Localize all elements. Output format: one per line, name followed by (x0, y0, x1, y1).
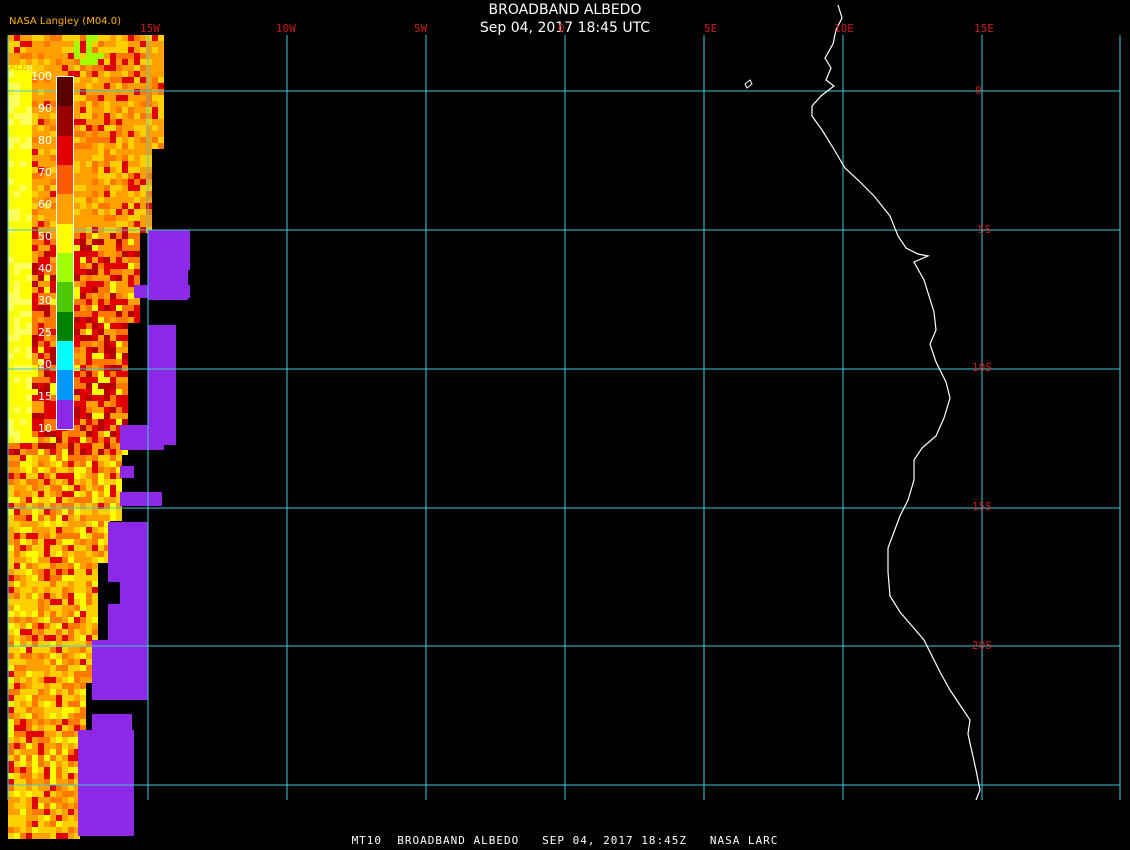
coastline (811, 4, 981, 801)
colorbar-swatch (57, 77, 73, 107)
lat-label-15s: 15S (972, 500, 992, 513)
lon-label-5e: 5E (704, 22, 718, 35)
colorbar-swatch (57, 223, 73, 253)
lon-label-10w: 10W (276, 22, 296, 35)
colorbar-swatch (57, 311, 73, 341)
colorbar-tick: 25 (38, 326, 52, 339)
map-footer: MT10 BROADBAND ALBEDO SEP 04, 2017 18:45… (351, 834, 779, 847)
map-title: BROADBAND ALBEDO (488, 2, 642, 18)
colorbar-tick: 70 (38, 166, 52, 179)
brand-label: NASA Langley (M04.0) (9, 16, 121, 27)
lon-label-10e: 10E (834, 22, 854, 35)
colorbar-swatch (57, 135, 73, 165)
colorbar-tick: 90 (38, 102, 52, 115)
colorbar (56, 76, 74, 430)
colorbar-tick: 80 (38, 134, 52, 147)
colorbar-swatch (57, 194, 73, 224)
lat-label-20s: 20S (972, 639, 992, 652)
lat-label-5s: 5S (978, 223, 992, 236)
colorbar-tick: 50 (38, 230, 52, 243)
lon-label-5w: 5W (414, 22, 428, 35)
colorbar-tick: 40 (38, 262, 52, 275)
colorbar-swatch (57, 164, 73, 195)
lon-label-15e: 15E (974, 22, 994, 35)
colorbar-tick: 10 (38, 422, 52, 435)
colorbar-swatch (57, 252, 73, 283)
colorbar-tick: 100 (31, 70, 52, 83)
albedo-imagery (8, 35, 190, 839)
colorbar-tick: 60 (38, 198, 52, 211)
island (744, 79, 753, 89)
colorbar-swatch (57, 282, 73, 312)
colorbar-swatch (57, 399, 73, 429)
albedo-map (7, 4, 1121, 839)
colorbar-swatch (57, 370, 73, 400)
lon-label-15w: 15W (140, 22, 160, 35)
lat-label-0: 0 (975, 84, 982, 97)
lon-label-0: 0 (558, 22, 565, 35)
map-datetime: Sep 04, 2017 18:45 UTC (479, 20, 651, 36)
colorbar-tick: 15 (38, 390, 52, 403)
colorbar-swatch (57, 340, 73, 371)
colorbar-tick: 20 (38, 358, 52, 371)
lat-label-10s: 10S (972, 361, 992, 374)
colorbar-tick: 30 (38, 294, 52, 307)
colorbar-swatch (57, 106, 73, 136)
